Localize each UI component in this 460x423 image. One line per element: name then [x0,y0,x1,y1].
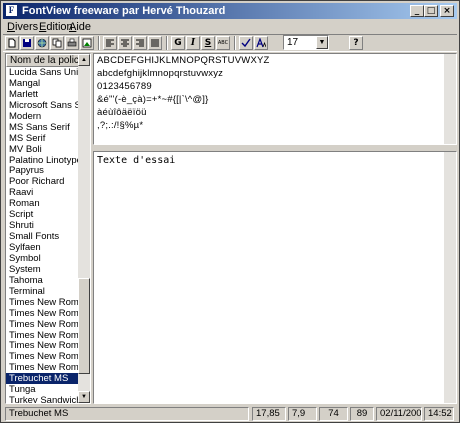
font-list-item[interactable]: Papyrus [6,165,79,176]
test-text[interactable]: Texte d'essai [97,155,175,166]
scroll-up-icon[interactable]: ▲ [78,54,90,66]
font-list-item[interactable]: Mangal [6,78,79,89]
toolbar: G I S ABC 17 ▼ ? [3,34,457,52]
status-font-name: Trebuchet MS [5,407,249,421]
window-title: FontView freeware par Hervé Thouzard [22,5,226,17]
font-list-item[interactable]: Raavi [6,187,79,198]
font-list-item[interactable]: Poor Richard [6,176,79,187]
font-list-item[interactable]: Palatino Linotype [6,155,79,166]
copy-icon[interactable] [50,36,64,50]
app-icon[interactable]: F [6,5,17,16]
print-icon[interactable] [65,36,79,50]
font-list-item[interactable]: Times New Roman G [6,330,79,341]
font-list-item[interactable]: Symbol [6,253,79,264]
font-list-item[interactable]: Roman [6,198,79,209]
font-list-panel: Nom de la police Lucida Sans UnicodeMang… [5,53,91,404]
font-list-item[interactable]: Times New Roman B [6,308,79,319]
font-list-item[interactable]: Times New Roman C [6,319,79,330]
small-caps-icon[interactable]: ABC [216,36,230,50]
sample-line: ABCDEFGHIJKLMNOPQRSTUVWXYZ [97,55,270,66]
bold-icon[interactable]: G [171,36,185,50]
font-list-item[interactable]: Small Fonts [6,231,79,242]
scroll-down-icon[interactable]: ▼ [78,391,90,403]
font-list-item[interactable]: Times New Roman G [6,340,79,351]
toolbar-separator [166,36,168,50]
font-list-item[interactable]: Turkey Sandwich [6,395,79,403]
sample-scrollbar[interactable] [444,54,456,144]
status-value-3: 74 [319,407,348,421]
sample-line: àéùîôäëïöü [97,107,147,118]
test-scrollbar[interactable] [444,152,456,403]
font-list-item[interactable]: Marlett [6,89,79,100]
sample-line: abcdefghijklmnopqrstuvwxyz [97,68,224,79]
sample-line: 0123456789 [97,81,152,92]
font-list-item[interactable]: Times New Roman M [6,351,79,362]
status-value-4: 89 [350,407,374,421]
align-right-icon[interactable] [133,36,147,50]
font-list-item[interactable]: MS Sans Serif [6,122,79,133]
status-date: 02/11/2002 [376,407,422,421]
italic-icon[interactable]: I [186,36,200,50]
status-time: 14:52 [424,407,454,421]
font-size-icon[interactable] [254,36,268,50]
menu-edition[interactable]: Edition [39,20,73,34]
status-value-1: 17,85 [252,407,286,421]
image-icon[interactable] [80,36,94,50]
test-text-area[interactable]: Texte d'essai [93,151,457,404]
toolbar-separator [234,36,236,50]
font-list-item[interactable]: Sylfaen [6,242,79,253]
underline-icon[interactable]: S [201,36,215,50]
align-left-icon[interactable] [103,36,117,50]
toolbar-separator [98,36,100,50]
font-list-scrollbar[interactable]: ▲ ▼ [78,54,90,403]
font-list-item[interactable]: Times New Roman T [6,362,79,373]
font-list-item[interactable]: MV Boli [6,144,79,155]
chevron-down-icon[interactable]: ▼ [316,36,328,49]
status-value-2: 7,9 [288,407,317,421]
font-list-item[interactable]: Tahoma [6,275,79,286]
font-list-item[interactable]: Times New Roman [6,297,79,308]
menu-divers[interactable]: Divers [7,20,38,34]
font-list-item[interactable]: Trebuchet MS [6,373,79,385]
font-list-item[interactable]: MS Serif [6,133,79,144]
globe-icon[interactable] [35,36,49,50]
menu-bar: Divers Edition Aide [3,19,457,35]
font-size-value: 17 [287,37,299,48]
font-list-item[interactable]: Script [6,209,79,220]
menu-aide[interactable]: Aide [69,20,91,34]
minimize-button[interactable]: _ [410,5,424,17]
font-list-header[interactable]: Nom de la police [6,54,79,67]
font-size-select[interactable]: 17 ▼ [283,35,329,50]
title-bar[interactable]: F FontView freeware par Hervé Thouzard _… [3,3,457,19]
align-center-icon[interactable] [118,36,132,50]
scroll-thumb[interactable] [78,278,90,374]
help-icon[interactable]: ? [349,36,363,50]
justify-icon[interactable] [148,36,162,50]
status-bar: Trebuchet MS 17,85 7,9 74 89 02/11/2002 … [3,406,457,422]
font-list: Lucida Sans UnicodeMangalMarlettMicrosof… [6,67,79,403]
font-list-item[interactable]: Tunga [6,384,79,395]
spell-check-icon[interactable] [239,36,253,50]
app-window: F FontView freeware par Hervé Thouzard _… [0,0,460,423]
font-list-item[interactable]: System [6,264,79,275]
font-list-item[interactable]: Terminal [6,286,79,297]
font-list-item[interactable]: Shruti [6,220,79,231]
new-icon[interactable] [5,36,19,50]
font-list-item[interactable]: Microsoft Sans Serif [6,100,79,111]
close-button[interactable]: × [440,5,454,17]
sample-line: ,?;.:/!§%µ* [97,120,144,131]
character-sample-pane[interactable]: ABCDEFGHIJKLMNOPQRSTUVWXYZ abcdefghijklm… [93,53,457,145]
save-icon[interactable] [20,36,34,50]
maximize-button[interactable]: □ [424,5,438,17]
font-list-item[interactable]: Modern [6,111,79,122]
sample-line: &é"'(-è_çà)=+*~#{[|`\^@]} [97,94,209,105]
font-list-item[interactable]: Lucida Sans Unicode [6,67,79,78]
